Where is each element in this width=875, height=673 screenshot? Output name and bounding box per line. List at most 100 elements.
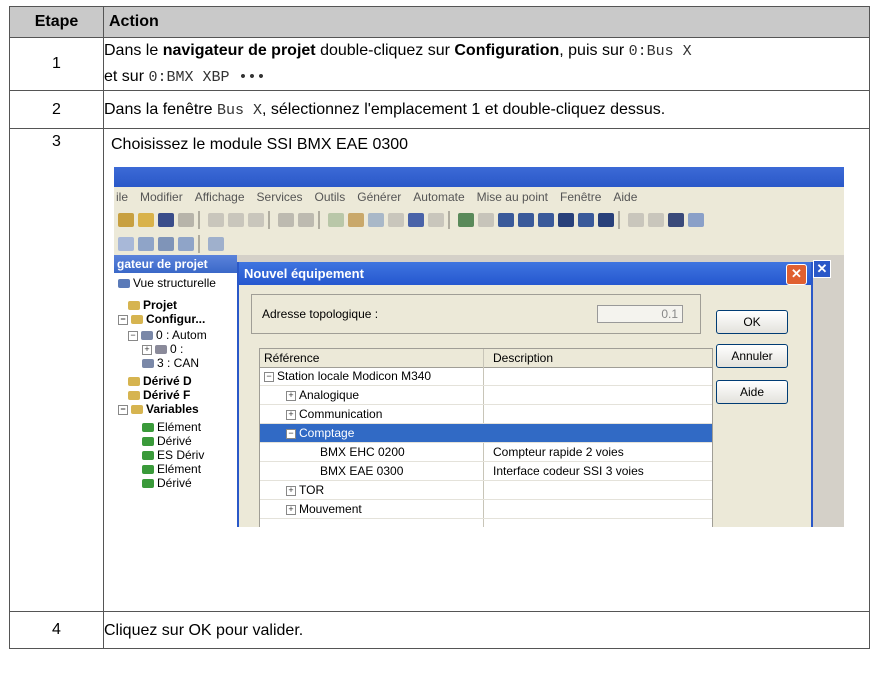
collapse-icon[interactable]: − [286,428,296,439]
table-row[interactable]: BMX EAE 0300 Interface codeur SSI 3 voie… [260,462,712,481]
menu-item-automate[interactable]: Automate [413,190,464,204]
expand-icon[interactable]: + [286,485,296,496]
cut-icon[interactable] [228,213,244,227]
ok-button[interactable]: OK [716,310,788,334]
save-icon[interactable] [158,213,174,227]
list-icon[interactable] [178,237,194,251]
tree-icon[interactable] [138,237,154,251]
table-row[interactable]: + TOR [260,481,712,500]
tree-label: Configur... [146,312,206,326]
tree-variables[interactable]: − Variables [118,403,199,416]
embedded-screenshot: ile Modifier Affichage Services Outils G… [114,167,844,527]
collapse-icon[interactable]: − [118,314,128,325]
grid-header: Référence Description [260,349,712,368]
connect-icon[interactable] [458,213,474,227]
collapse-icon[interactable]: − [128,330,138,341]
print-icon[interactable] [178,213,194,227]
find-icon[interactable] [388,213,404,227]
grid-icon[interactable] [158,237,174,251]
window-icon[interactable] [578,213,594,227]
menu-item-affichage[interactable]: Affichage [195,190,245,204]
tree-var-element-2[interactable]: Elément [142,463,201,476]
close-icon[interactable]: ✕ [786,264,807,285]
menu-item-modifier[interactable]: Modifier [140,190,183,204]
tree-configuration[interactable]: − Configur... [118,313,205,326]
table-row[interactable]: − Station locale Modicon M340 [260,367,712,386]
col-reference[interactable]: Référence [264,351,319,365]
row-text: Mouvement [299,502,362,516]
table-row[interactable]: BMX EHC 0200 Compteur rapide 2 voies [260,443,712,462]
replace-icon[interactable] [368,213,384,227]
toolbar-separator [268,211,270,229]
run-icon[interactable] [518,213,534,227]
table-icon[interactable] [668,213,684,227]
menu-item-fichier[interactable]: ile [116,190,128,204]
table-row[interactable]: + Mouvement [260,500,712,519]
table-row: 2 Dans la fenêtre Bus X, sélectionnez l'… [9,90,870,129]
collapse-icon[interactable]: − [264,371,274,382]
action-code: 0:BMX XBP ••• [148,69,266,86]
expand-icon[interactable]: + [286,504,296,515]
action-text: , puis sur [559,42,629,59]
tree-derived-d[interactable]: Dérivé D [128,375,192,388]
menu-item-generer[interactable]: Générer [357,190,401,204]
menu-item-fenetre[interactable]: Fenêtre [560,190,601,204]
table-row[interactable]: + Communication [260,405,712,424]
tree-var-derived[interactable]: Dérivé [142,435,192,448]
menu-item-aide[interactable]: Aide [613,190,637,204]
open-folder-icon[interactable] [138,213,154,227]
menu-item-outils[interactable]: Outils [315,190,346,204]
tree-var-derived-2[interactable]: Dérivé [142,477,192,490]
undo-icon[interactable] [278,213,294,227]
expand-icon[interactable]: + [142,344,152,355]
validate-icon[interactable] [328,213,344,227]
expand-icon[interactable]: + [286,390,296,401]
expand-icon[interactable]: + [286,409,296,420]
analyze-icon[interactable] [428,213,444,227]
monitor-icon[interactable] [688,213,704,227]
sim2-icon[interactable] [648,213,664,227]
tree-structural-view[interactable]: Vue structurelle [118,277,216,290]
new-file-icon[interactable] [118,213,134,227]
tree-label: 0 : [170,342,184,356]
new-device-dialog: Nouvel équipement ✕ Adresse topologique … [237,262,813,527]
tree-rack[interactable]: +0 : [142,343,183,356]
table-row-selected[interactable]: − Comptage [260,424,712,443]
menu-item-services[interactable]: Services [257,190,303,204]
menu-item-mise-au-point[interactable]: Mise au point [477,190,548,204]
tree-var-element[interactable]: Elément [142,421,201,434]
variable-icon [142,451,154,461]
binoculars-icon[interactable] [558,213,574,227]
action-cell: Choisissez le module SSI BMX EAE 0300 il… [103,128,870,612]
redo-icon[interactable] [298,213,314,227]
row-text: BMX EHC 0200 [320,445,405,459]
close-icon[interactable]: ✕ [813,260,831,278]
copy-icon[interactable] [208,213,224,227]
stop-icon[interactable] [538,213,554,227]
tree-var-es-derived[interactable]: ES Dériv [142,449,204,462]
sim-icon[interactable] [628,213,644,227]
disconnect-icon[interactable] [478,213,494,227]
cancel-button[interactable]: Annuler [716,344,788,368]
folder-icon [128,377,140,387]
search-icon[interactable] [348,213,364,227]
table-row[interactable]: + Analogique [260,386,712,405]
paste-icon[interactable] [248,213,264,227]
toolbar-separator [618,211,620,229]
toolbar-separator [198,235,200,253]
build-icon[interactable] [408,213,424,227]
help-button[interactable]: Aide [716,380,788,404]
collapse-icon[interactable]: − [118,404,128,415]
transfer-icon[interactable] [498,213,514,227]
tree-can[interactable]: 3 : CAN [142,357,199,370]
zoom-icon[interactable] [208,237,224,251]
col-description[interactable]: Description [493,351,553,365]
folder-icon [128,301,140,311]
tree-automate[interactable]: − 0 : Autom [128,329,207,342]
device-catalog-grid: Référence Description − Station locale Mo… [259,348,713,527]
action-cell: Dans la fenêtre Bus X, sélectionnez l'em… [103,90,870,129]
tree-project[interactable]: Projet [128,299,177,312]
animation-icon[interactable] [598,213,614,227]
view-icon[interactable] [118,237,134,251]
tree-derived-f[interactable]: Dérivé F [128,389,190,402]
